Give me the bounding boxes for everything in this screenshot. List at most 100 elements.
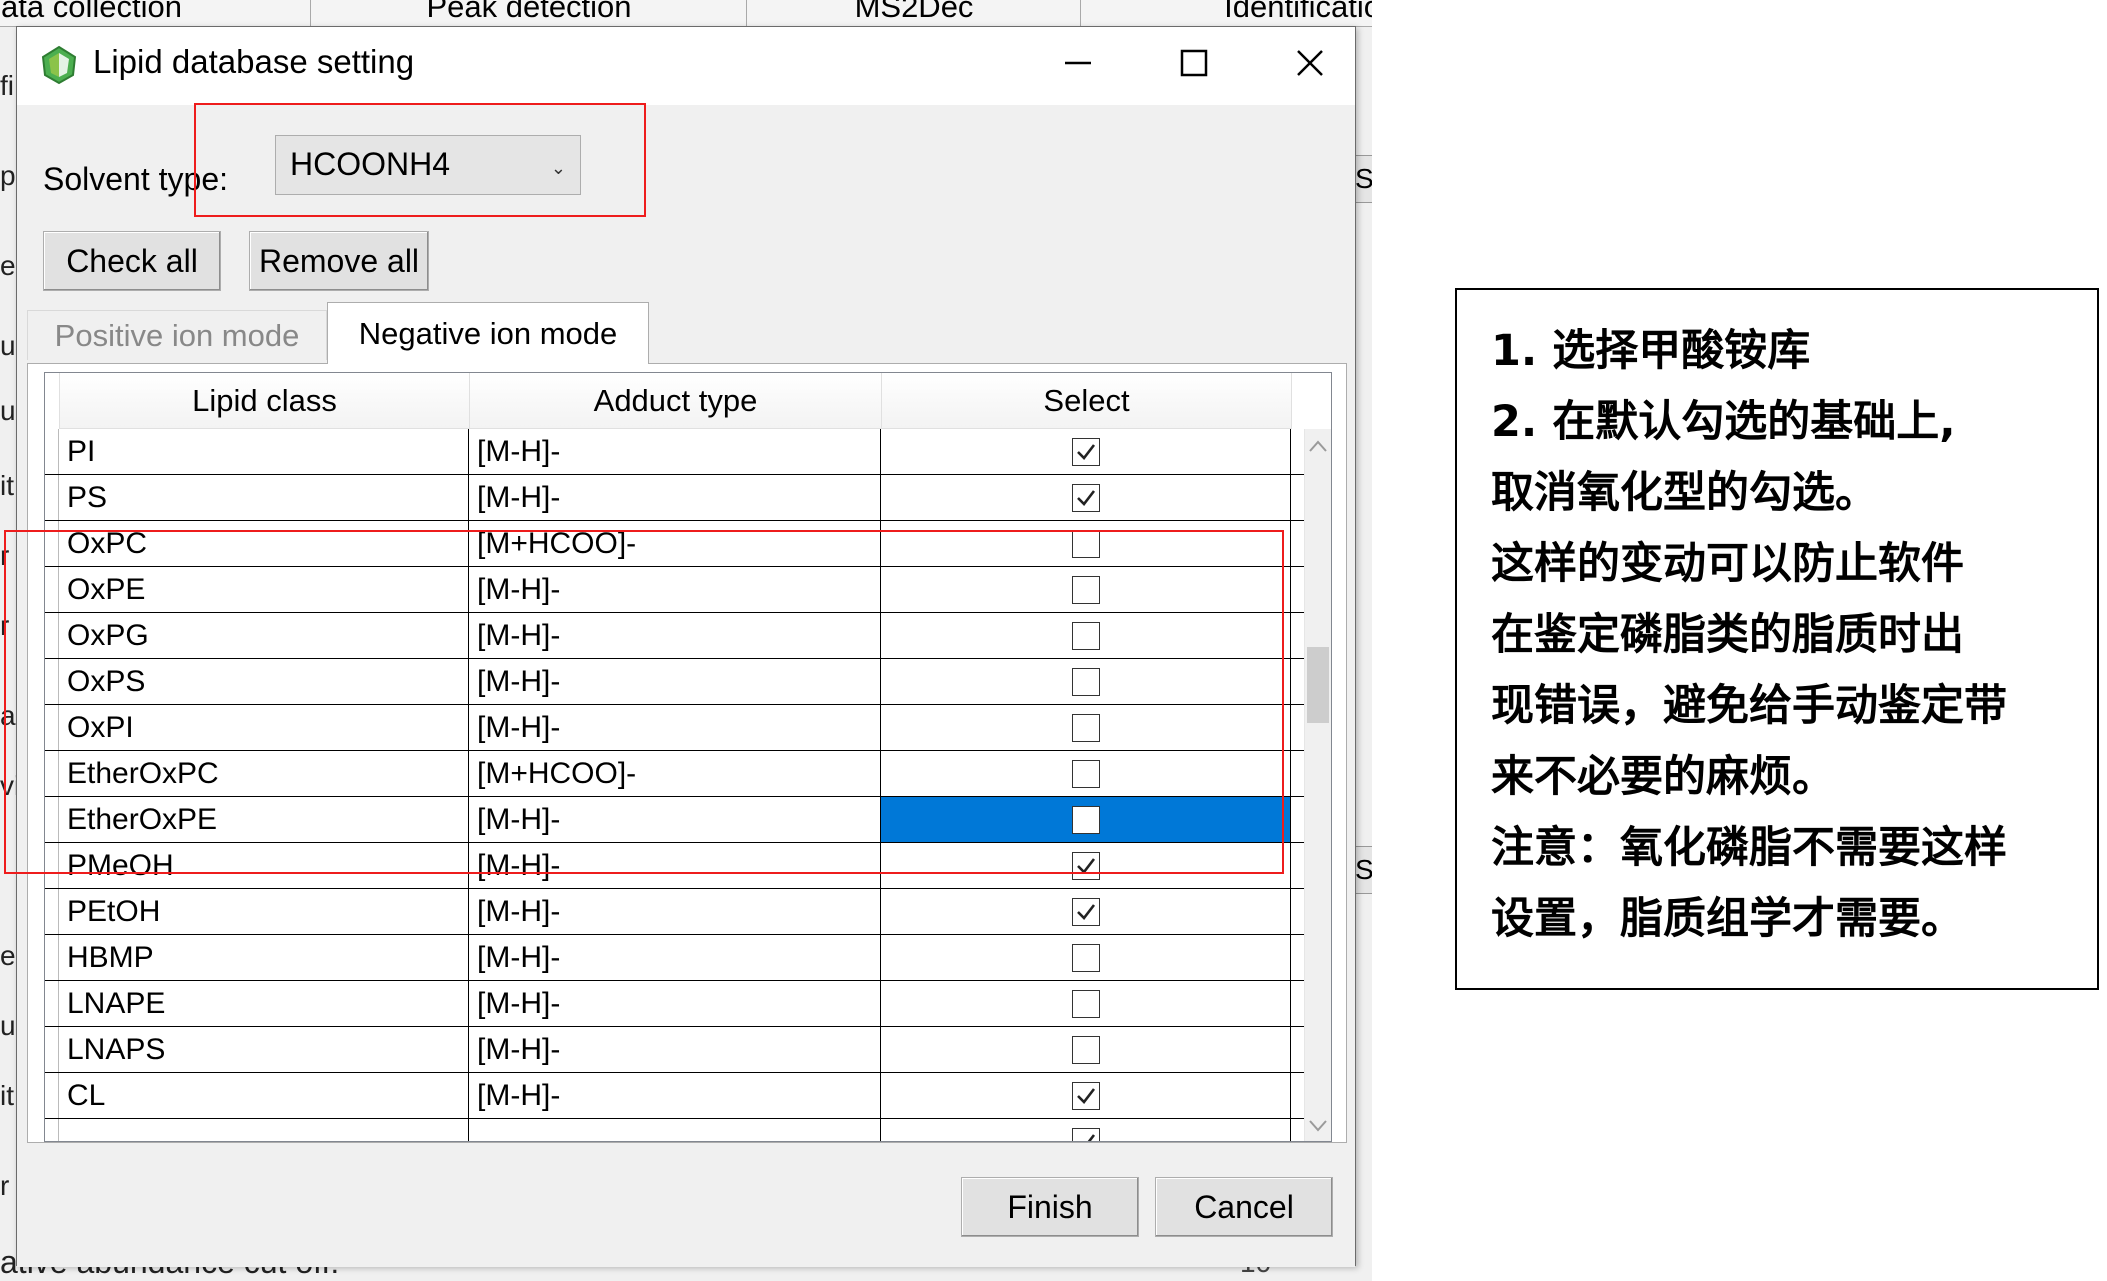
table-row[interactable]: PS [M-H]- (45, 475, 1305, 521)
minimize-button[interactable] (1043, 33, 1113, 93)
cell-select[interactable] (881, 475, 1291, 520)
cell-select[interactable] (881, 981, 1291, 1026)
table-row[interactable]: OxPI [M-H]- (45, 705, 1305, 751)
row-header[interactable] (45, 797, 59, 842)
table-row[interactable]: OxPC [M+HCOO]- (45, 521, 1305, 567)
cell-select[interactable] (881, 1119, 1291, 1141)
check-all-button[interactable]: Check all (43, 231, 221, 291)
row-header[interactable] (45, 981, 59, 1026)
row-header[interactable] (45, 521, 59, 566)
cell-adduct-type[interactable]: [M-H]- (469, 935, 881, 980)
tab-negative-ion-mode[interactable]: Negative ion mode (327, 302, 649, 364)
row-header[interactable] (45, 1073, 59, 1118)
cell-adduct-type[interactable] (469, 1119, 881, 1141)
scroll-up-icon[interactable] (1305, 431, 1331, 461)
column-header-adduct-type[interactable]: Adduct type (470, 373, 882, 429)
close-button[interactable] (1275, 33, 1345, 93)
cell-select[interactable] (881, 705, 1291, 750)
row-header[interactable] (45, 705, 59, 750)
cell-adduct-type[interactable]: [M-H]- (469, 567, 881, 612)
row-header[interactable] (45, 1119, 59, 1141)
cell-adduct-type[interactable]: [M+HCOO]- (469, 521, 881, 566)
checkbox-unchecked[interactable] (1071, 943, 1100, 972)
cell-lipid-class[interactable]: HBMP (59, 935, 469, 980)
bg-tab-peak-detection[interactable]: Peak detection (310, 0, 748, 27)
cell-adduct-type[interactable]: [M-H]- (469, 475, 881, 520)
cell-adduct-type[interactable]: [M-H]- (469, 889, 881, 934)
bg-tab-ms2dec[interactable]: MS2Dec (746, 0, 1082, 27)
dialog-titlebar[interactable]: Lipid database setting (17, 27, 1355, 105)
table-row[interactable]: OxPG [M-H]- (45, 613, 1305, 659)
checkbox-checked[interactable] (1071, 1081, 1100, 1110)
table-row[interactable]: PMeOH [M-H]- (45, 843, 1305, 889)
cancel-button[interactable]: Cancel (1155, 1177, 1333, 1237)
cell-lipid-class[interactable]: OxPE (59, 567, 469, 612)
cell-lipid-class[interactable]: PI (59, 429, 469, 474)
cell-lipid-class[interactable]: PS (59, 475, 469, 520)
cell-adduct-type[interactable]: [M-H]- (469, 1027, 881, 1072)
bg-tab-data-collection[interactable]: ata collection (0, 0, 322, 27)
remove-all-button[interactable]: Remove all (249, 231, 429, 291)
cell-adduct-type[interactable]: [M-H]- (469, 797, 881, 842)
scroll-down-icon[interactable] (1305, 1111, 1331, 1141)
cell-lipid-class[interactable]: LNAPS (59, 1027, 469, 1072)
row-header[interactable] (45, 751, 59, 796)
cell-adduct-type[interactable]: [M-H]- (469, 613, 881, 658)
checkbox-unchecked[interactable] (1071, 575, 1100, 604)
checkbox-checked[interactable] (1071, 437, 1100, 466)
checkbox-unchecked[interactable] (1071, 667, 1100, 696)
cell-adduct-type[interactable]: [M-H]- (469, 1073, 881, 1118)
cell-select[interactable] (881, 889, 1291, 934)
maximize-button[interactable] (1159, 33, 1229, 93)
row-header[interactable] (45, 567, 59, 612)
cell-lipid-class[interactable]: LNAPE (59, 981, 469, 1026)
cell-lipid-class[interactable]: OxPI (59, 705, 469, 750)
cell-select[interactable] (881, 1073, 1291, 1118)
cell-adduct-type[interactable]: [M-H]- (469, 429, 881, 474)
finish-button[interactable]: Finish (961, 1177, 1139, 1237)
bg-tab-identification[interactable]: Identificatio (1080, 0, 1372, 27)
checkbox-unchecked[interactable] (1071, 713, 1100, 742)
table-row[interactable]: LNAPS [M-H]- (45, 1027, 1305, 1073)
cell-select[interactable] (881, 935, 1291, 980)
cell-lipid-class[interactable] (59, 1119, 469, 1141)
cell-select[interactable] (881, 751, 1291, 796)
table-row[interactable]: OxPS [M-H]- (45, 659, 1305, 705)
cell-lipid-class[interactable]: EtherOxPC (59, 751, 469, 796)
table-row[interactable]: PEtOH [M-H]- (45, 889, 1305, 935)
cell-select[interactable] (881, 613, 1291, 658)
solvent-type-dropdown[interactable]: HCOONH4 ⌄ (275, 135, 581, 195)
table-row[interactable]: CL [M-H]- (45, 1073, 1305, 1119)
checkbox-unchecked[interactable] (1071, 1035, 1100, 1064)
cell-select[interactable] (881, 521, 1291, 566)
checkbox-checked[interactable] (1071, 1127, 1100, 1141)
column-header-select[interactable]: Select (882, 373, 1292, 429)
row-header[interactable] (45, 935, 59, 980)
row-header[interactable] (45, 659, 59, 704)
table-row[interactable]: PI [M-H]- (45, 429, 1305, 475)
cell-select[interactable] (881, 429, 1291, 474)
row-header[interactable] (45, 613, 59, 658)
cell-select[interactable] (881, 843, 1291, 888)
cell-lipid-class[interactable]: PEtOH (59, 889, 469, 934)
row-header[interactable] (45, 475, 59, 520)
checkbox-unchecked[interactable] (1071, 805, 1100, 834)
cell-select[interactable] (881, 797, 1291, 842)
row-header[interactable] (45, 1027, 59, 1072)
cell-adduct-type[interactable]: [M-H]- (469, 659, 881, 704)
cell-select[interactable] (881, 567, 1291, 612)
checkbox-unchecked[interactable] (1071, 621, 1100, 650)
cell-lipid-class[interactable]: OxPG (59, 613, 469, 658)
checkbox-checked[interactable] (1071, 897, 1100, 926)
row-header[interactable] (45, 889, 59, 934)
checkbox-checked[interactable] (1071, 851, 1100, 880)
table-row[interactable]: OxPE [M-H]- (45, 567, 1305, 613)
cell-lipid-class[interactable]: PMeOH (59, 843, 469, 888)
cell-lipid-class[interactable]: CL (59, 1073, 469, 1118)
table-row[interactable] (45, 1119, 1305, 1141)
checkbox-unchecked[interactable] (1071, 759, 1100, 788)
cell-lipid-class[interactable]: OxPS (59, 659, 469, 704)
cell-lipid-class[interactable]: EtherOxPE (59, 797, 469, 842)
cell-adduct-type[interactable]: [M-H]- (469, 843, 881, 888)
table-row[interactable]: EtherOxPC [M+HCOO]- (45, 751, 1305, 797)
